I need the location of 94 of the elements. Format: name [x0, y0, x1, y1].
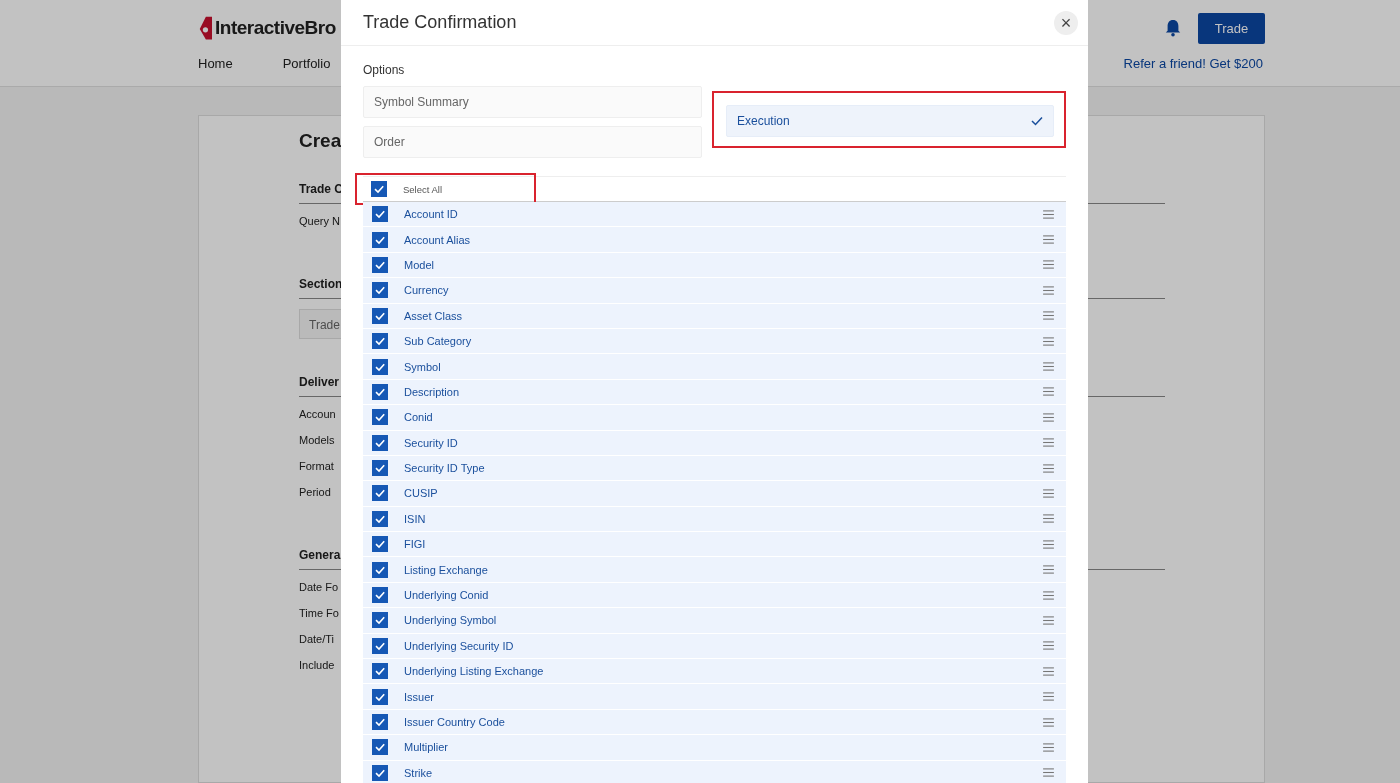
checkbox[interactable]: [371, 181, 387, 197]
select-all-label: Select All: [403, 183, 443, 195]
close-button[interactable]: ×: [1054, 10, 1078, 35]
drag-handle-icon[interactable]: [1043, 412, 1054, 422]
options-label: Options: [363, 63, 406, 77]
drag-handle-icon[interactable]: [1043, 387, 1054, 397]
field-name: Asset Class: [404, 309, 464, 322]
field-name: Underlying Conid: [404, 589, 490, 602]
field-name: Sub Category: [404, 335, 473, 348]
drag-handle-icon[interactable]: [1043, 590, 1054, 600]
drag-handle-icon[interactable]: [1043, 260, 1054, 270]
page-title: Crea: [299, 130, 342, 152]
dialog-title: Trade Confirmation: [363, 12, 517, 33]
checkbox[interactable]: [372, 358, 388, 375]
checkbox[interactable]: [372, 688, 388, 705]
checkbox[interactable]: [372, 714, 388, 730]
checkbox[interactable]: [372, 587, 388, 604]
field-label: Date Fo: [299, 581, 339, 593]
drag-handle-icon[interactable]: [1043, 717, 1054, 727]
option-item[interactable]: Symbol Summary: [363, 86, 702, 118]
field-label: Date/Ti: [299, 633, 335, 645]
field-name: Account Alias: [404, 233, 472, 246]
field-name: ISIN: [404, 512, 427, 525]
field-label: Accoun: [299, 408, 336, 420]
trade-button[interactable]: Trade: [1198, 12, 1265, 44]
drag-handle-icon[interactable]: [1043, 768, 1054, 778]
option-item[interactable]: Execution: [726, 105, 1054, 137]
drag-handle-icon[interactable]: [1043, 362, 1054, 372]
checkbox[interactable]: [372, 561, 388, 578]
check-icon: [1031, 116, 1043, 126]
field-label: Include: [299, 659, 335, 671]
drag-handle-icon[interactable]: [1043, 438, 1054, 448]
refer-link[interactable]: Refer a friend! Get $200: [1123, 56, 1263, 71]
checkbox[interactable]: [372, 434, 388, 451]
field-label: Format: [299, 460, 334, 472]
field-name: Underlying Security ID: [404, 639, 515, 652]
field-name: Underlying Listing Exchange: [404, 665, 545, 678]
field-label: Period: [299, 486, 331, 498]
checkbox[interactable]: [372, 612, 388, 629]
field-name: FIGI: [404, 538, 427, 551]
field-name: CUSIP: [404, 487, 439, 500]
logo-icon: [198, 15, 212, 41]
field-label: Models: [299, 434, 335, 446]
drag-handle-icon[interactable]: [1043, 489, 1054, 498]
checkbox[interactable]: [372, 510, 388, 527]
checkbox[interactable]: [372, 282, 388, 299]
field-name: Strike: [404, 766, 434, 779]
drag-handle-icon[interactable]: [1043, 692, 1054, 702]
nav-link[interactable]: Portfolio: [282, 56, 331, 71]
checkbox[interactable]: [372, 460, 388, 477]
drag-handle-icon[interactable]: [1043, 311, 1054, 321]
field-name: Currency: [404, 284, 450, 297]
field-name: Security ID Type: [404, 462, 486, 475]
field-label: Time Fo: [299, 607, 339, 619]
bell-icon[interactable]: [1164, 18, 1182, 38]
logo-text: InteractiveBro: [215, 17, 336, 39]
drag-handle-icon[interactable]: [1043, 235, 1054, 245]
drag-handle-icon[interactable]: [1043, 539, 1054, 549]
drag-handle-icon[interactable]: [1043, 565, 1054, 575]
checkbox[interactable]: [372, 637, 388, 654]
option-item[interactable]: Order: [363, 126, 702, 158]
drag-handle-icon[interactable]: [1043, 463, 1054, 473]
drag-handle-icon[interactable]: [1043, 742, 1054, 752]
drag-handle-icon[interactable]: [1043, 641, 1054, 651]
checkbox[interactable]: [372, 333, 388, 350]
field-name: Model: [404, 258, 435, 271]
drag-handle-icon[interactable]: [1043, 514, 1054, 524]
checkbox[interactable]: [372, 485, 388, 502]
drag-handle-icon[interactable]: [1043, 336, 1054, 346]
field-name: Multiplier: [404, 741, 449, 754]
drag-handle-icon[interactable]: [1043, 209, 1054, 219]
checkbox[interactable]: [372, 307, 388, 324]
field-name: Description: [404, 385, 461, 398]
field-name: Account ID: [404, 208, 459, 221]
checkbox[interactable]: [372, 663, 388, 680]
checkbox[interactable]: [372, 231, 388, 248]
drag-handle-icon[interactable]: [1043, 615, 1054, 625]
drag-handle-icon[interactable]: [1043, 285, 1054, 295]
field-label: Query N: [299, 215, 340, 227]
checkbox[interactable]: [372, 409, 388, 426]
nav-link[interactable]: Home: [198, 56, 233, 71]
field-name: Issuer: [404, 690, 435, 703]
field-name: Conid: [404, 411, 434, 424]
checkbox[interactable]: [372, 256, 388, 273]
field-name: Issuer Country Code: [404, 716, 506, 728]
field-name: Symbol: [404, 360, 442, 373]
checkbox[interactable]: [372, 383, 388, 400]
checkbox[interactable]: [372, 764, 388, 781]
checkbox[interactable]: [372, 536, 388, 553]
field-name: Underlying Symbol: [404, 614, 498, 627]
checkbox[interactable]: [372, 739, 388, 756]
checkbox[interactable]: [372, 206, 388, 223]
drag-handle-icon[interactable]: [1043, 666, 1054, 676]
field-name: Security ID: [404, 436, 459, 449]
